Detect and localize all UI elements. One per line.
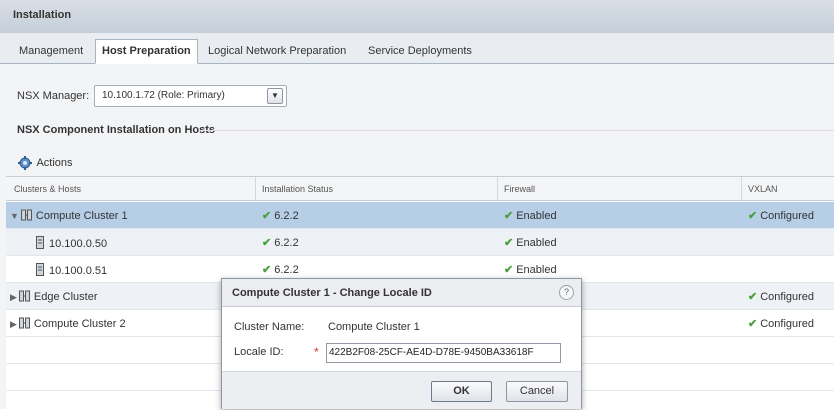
cluster-name-label: Cluster Name: [234, 321, 305, 333]
table-row[interactable]: ▼ Compute Cluster 1 ✔ 6.2.2 ✔ Enabled ✔ Conf… [6, 202, 834, 229]
install-status-value: 6.2.2 [274, 210, 299, 222]
vxlan-value: Configured [760, 291, 815, 303]
check-icon: ✔ [748, 318, 758, 330]
install-status-value: 6.2.2 [274, 264, 299, 276]
host-icon [36, 236, 44, 249]
vxlan-value: Configured [760, 318, 815, 330]
column-divider [741, 177, 742, 200]
host-cell: 10.100.0.50 [36, 236, 107, 250]
actions-label: Actions [36, 156, 73, 169]
grid-header: Clusters & Hosts Installation Status Fir… [6, 177, 834, 201]
tab-service-deployments[interactable]: Service Deployments [362, 40, 478, 63]
help-icon[interactable]: ? [559, 285, 574, 300]
cluster-icon [18, 317, 30, 329]
check-icon: ✔ [748, 291, 758, 303]
firewall-value: Enabled [516, 264, 557, 276]
nsx-manager-label: NSX Manager: [17, 90, 90, 102]
column-header-vxlan[interactable]: VXLAN [748, 184, 778, 194]
firewall-cell: ✔ Enabled [504, 209, 557, 222]
firewall-cell: ✔ Enabled [504, 263, 557, 276]
nsx-manager-value: 10.100.1.72 (Role: Primary) [102, 90, 225, 101]
cluster-name: Compute Cluster 1 [35, 210, 128, 222]
cluster-cell: ▶ Edge Cluster [10, 290, 98, 303]
expand-triangle-icon[interactable]: ▼ [10, 211, 19, 221]
locale-id-value: 422B2F08-25CF-AE4D-D78E-9450BA33618F [329, 347, 534, 358]
tab-bar: Management Host Preparation Logical Netw… [0, 33, 834, 64]
host-icon [36, 263, 44, 276]
firewall-value: Enabled [516, 237, 557, 249]
host-cell: 10.100.0.51 [36, 263, 107, 277]
ok-button[interactable]: OK [431, 381, 492, 402]
install-status-value: 6.2.2 [274, 237, 299, 249]
nsx-manager-select[interactable]: 10.100.1.72 (Role: Primary) ▼ [94, 85, 287, 107]
cluster-name-value: Compute Cluster 1 [328, 321, 420, 333]
cluster-cell: ▶ Compute Cluster 2 [10, 317, 126, 330]
actions-button[interactable]: Actions [18, 156, 73, 174]
section-title: NSX Component Installation on Hosts [17, 124, 216, 136]
install-status-cell: ✔ 6.2.2 [262, 236, 299, 249]
table-row[interactable]: 10.100.0.50 ✔ 6.2.2 ✔ Enabled [6, 229, 834, 256]
required-asterisk: * [314, 345, 319, 359]
panel-header: Installation [0, 0, 834, 34]
locale-id-label: Locale ID: [234, 346, 284, 358]
column-header-firewall[interactable]: Firewall [504, 184, 535, 194]
expand-triangle-icon[interactable]: ▶ [10, 319, 17, 329]
cluster-name: Compute Cluster 2 [33, 318, 126, 330]
gear-icon [18, 156, 32, 170]
vxlan-value: Configured [760, 210, 815, 222]
section-divider [200, 130, 834, 131]
check-icon: ✔ [504, 264, 514, 276]
cluster-icon [18, 290, 30, 302]
check-icon: ✔ [262, 264, 272, 276]
cluster-icon [20, 209, 32, 221]
vxlan-cell: ✔ Configured [748, 317, 814, 330]
check-icon: ✔ [262, 237, 272, 249]
tab-logical-network-preparation[interactable]: Logical Network Preparation [202, 40, 352, 63]
column-divider [255, 177, 256, 200]
vxlan-cell: ✔ Configured [748, 209, 814, 222]
install-status-cell: ✔ 6.2.2 [262, 263, 299, 276]
cluster-cell: ▼ Compute Cluster 1 [10, 209, 128, 222]
column-divider [497, 177, 498, 200]
check-icon: ✔ [262, 210, 272, 222]
chevron-down-icon[interactable]: ▼ [267, 88, 283, 104]
cluster-name: Edge Cluster [33, 291, 98, 303]
panel-title: Installation [13, 9, 72, 21]
check-icon: ✔ [504, 210, 514, 222]
install-status-cell: ✔ 6.2.2 [262, 209, 299, 222]
host-name: 10.100.0.51 [49, 265, 108, 277]
column-header-installation-status[interactable]: Installation Status [262, 184, 333, 194]
locale-id-input[interactable]: 422B2F08-25CF-AE4D-D78E-9450BA33618F [326, 343, 561, 363]
host-name: 10.100.0.50 [49, 238, 108, 250]
cancel-button[interactable]: Cancel [506, 381, 568, 402]
firewall-cell: ✔ Enabled [504, 236, 557, 249]
vxlan-cell: ✔ Configured [748, 290, 814, 303]
column-header-clusters-hosts[interactable]: Clusters & Hosts [14, 184, 81, 194]
check-icon: ✔ [748, 210, 758, 222]
dialog-title-bar: Compute Cluster 1 - Change Locale ID ? [222, 279, 581, 307]
check-icon: ✔ [504, 237, 514, 249]
tab-management[interactable]: Management [13, 40, 89, 63]
change-locale-dialog: Compute Cluster 1 - Change Locale ID ? C… [221, 278, 582, 409]
firewall-value: Enabled [516, 210, 557, 222]
tab-host-preparation[interactable]: Host Preparation [95, 39, 198, 64]
expand-triangle-icon[interactable]: ▶ [10, 292, 17, 302]
dialog-footer: OK Cancel [222, 371, 581, 409]
dialog-title: Compute Cluster 1 - Change Locale ID [232, 287, 432, 299]
